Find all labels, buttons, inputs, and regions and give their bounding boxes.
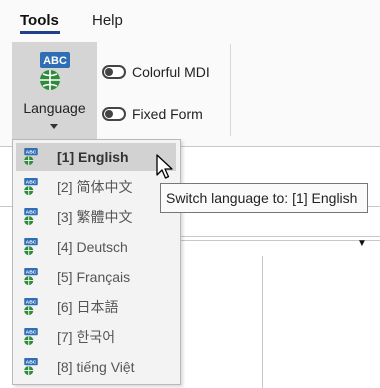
menu-item-vietnamese[interactable]: ABC [8] tiếng Việt: [16, 353, 176, 381]
abc-globe-icon: ABC: [24, 208, 38, 226]
tab-tools[interactable]: Tools: [20, 12, 59, 29]
svg-text:ABC: ABC: [26, 149, 37, 155]
abc-globe-icon: ABC: [24, 268, 38, 286]
language-button-label: Language: [23, 100, 86, 116]
svg-text:ABC: ABC: [26, 269, 37, 275]
fixed-form-label: Fixed Form: [132, 106, 203, 122]
svg-text:ABC: ABC: [26, 299, 37, 305]
menu-item-english[interactable]: ABC [1] English: [16, 143, 176, 171]
divider: [180, 240, 380, 241]
abc-globe-icon: ABC: [24, 298, 38, 316]
svg-text:ABC: ABC: [26, 329, 37, 335]
mouse-pointer-icon: [156, 154, 173, 179]
divider: [262, 256, 263, 388]
menu-item-french[interactable]: ABC [5] Français: [16, 263, 176, 291]
menu-item-label: [4] Deutsch: [57, 239, 128, 255]
menu-item-german[interactable]: ABC [4] Deutsch: [16, 233, 176, 261]
abc-globe-icon: ABC: [24, 358, 38, 376]
ribbon-panel: ABC Language Colorful MDI Fixed Form: [0, 36, 380, 147]
ribbon-tab-bar: Tools Help: [0, 0, 380, 36]
svg-text:ABC: ABC: [26, 359, 37, 365]
toggle-switch-icon[interactable]: [102, 107, 126, 121]
abc-globe-icon: ABC: [24, 148, 38, 166]
menu-item-label: [1] English: [57, 149, 129, 165]
menu-item-label: [7] 한국어: [57, 329, 116, 345]
language-tooltip: Switch language to: [1] English: [160, 183, 368, 213]
abc-globe-icon: ABC: [24, 328, 38, 346]
ribbon-group-separator: [230, 44, 231, 136]
menu-item-japanese[interactable]: ABC [6] 日本語: [16, 293, 176, 321]
dropdown-caret-icon: [50, 124, 58, 129]
fixed-form-toggle[interactable]: Fixed Form: [102, 106, 203, 122]
divider: [180, 236, 380, 237]
chevron-down-icon[interactable]: ▼: [357, 238, 367, 249]
active-tab-indicator: [20, 31, 60, 34]
menu-item-label: [8] tiếng Việt: [57, 359, 135, 375]
tab-help[interactable]: Help: [92, 12, 123, 29]
svg-text:ABC: ABC: [26, 239, 37, 245]
abc-globe-icon: ABC: [24, 178, 38, 196]
toggle-switch-icon[interactable]: [102, 65, 126, 79]
abc-globe-icon: ABC: [40, 52, 70, 90]
colorful-mdi-toggle[interactable]: Colorful MDI: [102, 64, 210, 80]
colorful-mdi-label: Colorful MDI: [132, 64, 210, 80]
svg-text:ABC: ABC: [26, 209, 37, 215]
menu-item-simplified-chinese[interactable]: ABC [2] 简体中文: [16, 173, 176, 201]
language-button[interactable]: ABC Language: [12, 42, 97, 139]
menu-item-label: [6] 日本語: [57, 299, 119, 315]
menu-item-label: [3] 繁體中文: [57, 209, 133, 225]
svg-text:ABC: ABC: [26, 179, 37, 185]
abc-globe-icon: ABC: [24, 238, 38, 256]
menu-item-label: [5] Français: [57, 269, 131, 285]
menu-item-korean[interactable]: ABC [7] 한국어: [16, 323, 176, 351]
svg-text:ABC: ABC: [43, 55, 67, 67]
menu-item-traditional-chinese[interactable]: ABC [3] 繁體中文: [16, 203, 176, 231]
menu-item-label: [2] 简体中文: [57, 179, 133, 195]
